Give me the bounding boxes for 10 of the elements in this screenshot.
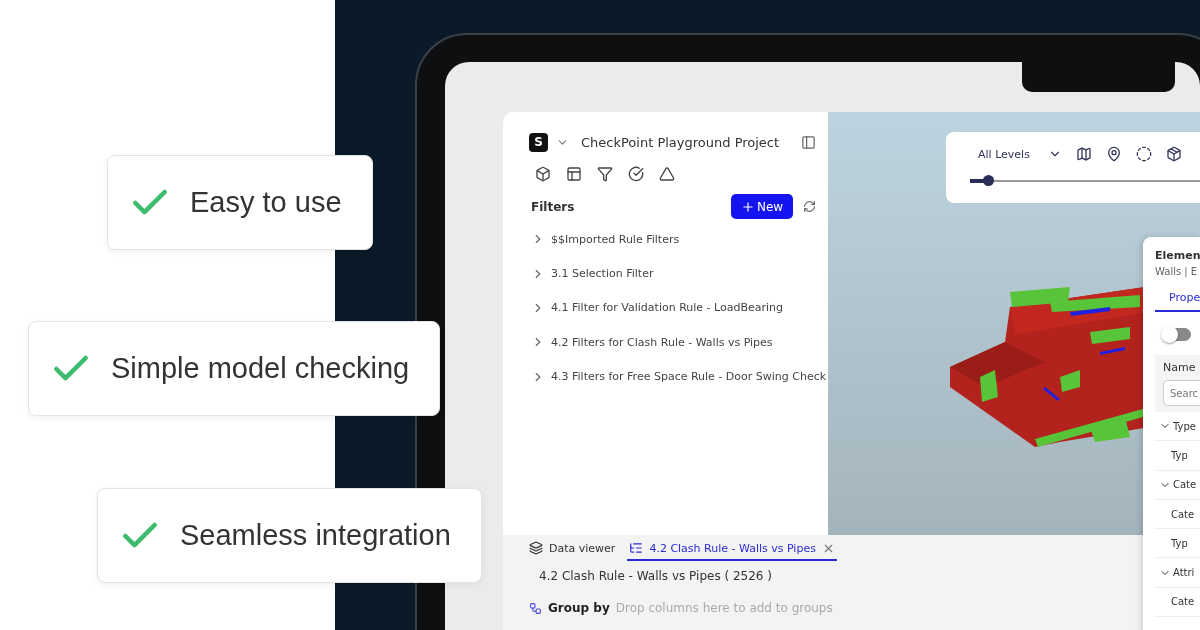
panel-subtitle: Walls | E (1155, 266, 1199, 277)
panel-title: Elemen (1155, 249, 1200, 262)
group-by-label: Group by (548, 601, 610, 615)
feature-text: Simple model checking (111, 352, 410, 385)
feature-text: Easy to use (190, 186, 342, 219)
section-title: Filters (531, 199, 576, 214)
result-title: 4.2 Clash Rule - Walls vs Pipes ( 2526 ) (539, 569, 772, 583)
column-header: Name (1163, 361, 1197, 374)
project-title: CheckPoint Playground Project (581, 134, 781, 150)
feature-text: Seamless integration (180, 519, 451, 552)
